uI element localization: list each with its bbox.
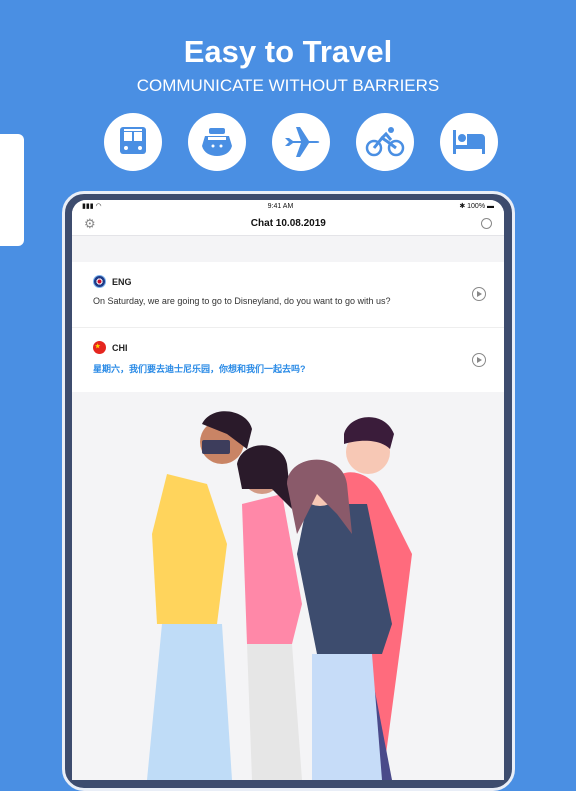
bed-icon [440,113,498,171]
signal-wifi-icon: ▮▮▮ ◠ [82,203,102,210]
message-chinese: ★ CHI 星期六，我们要去迪士尼乐园，你想和我们一起去吗? [72,327,504,392]
app-screen: ▮▮▮ ◠ 9:41 AM ✱ 100% ▬ ⚙ Chat 10.08.2019… [72,200,504,780]
settings-gear-icon[interactable]: ⚙ [84,216,96,232]
history-clock-icon[interactable] [481,218,492,229]
battery-percent: 100% [467,203,486,210]
bicycle-icon [356,113,414,171]
subheadline: COMMUNICATE WITHOUT BARRIERS [136,76,440,95]
message-english: ENG On Saturday, we are going to go to D… [72,262,504,327]
message-text: On Saturday, we are going to go to Disne… [93,296,391,306]
language-label: CHI [112,342,128,353]
status-bar: ▮▮▮ ◠ 9:41 AM ✱ 100% ▬ [72,200,504,212]
bus-icon [104,113,162,171]
chat-title: Chat 10.08.2019 [250,218,326,229]
language-label: ENG [112,276,132,287]
ship-icon [188,113,246,171]
battery-indicator: ✱ 100% ▬ [459,203,494,210]
china-flag-icon: ★ [93,341,106,354]
message-text: 星期六，我们要去迪士尼乐园，你想和我们一起去吗? [93,364,306,374]
headline: Easy to Travel [183,34,393,69]
play-audio-button[interactable] [472,287,486,301]
uk-flag-icon [93,275,106,288]
airplane-icon [272,113,330,171]
play-audio-button[interactable] [472,353,486,367]
nav-bar: ⚙ Chat 10.08.2019 [72,212,504,236]
category-icons [104,113,498,171]
status-time: 9:41 AM [267,202,294,210]
friends-selfie-illustration [147,411,412,780]
side-card [0,134,24,246]
